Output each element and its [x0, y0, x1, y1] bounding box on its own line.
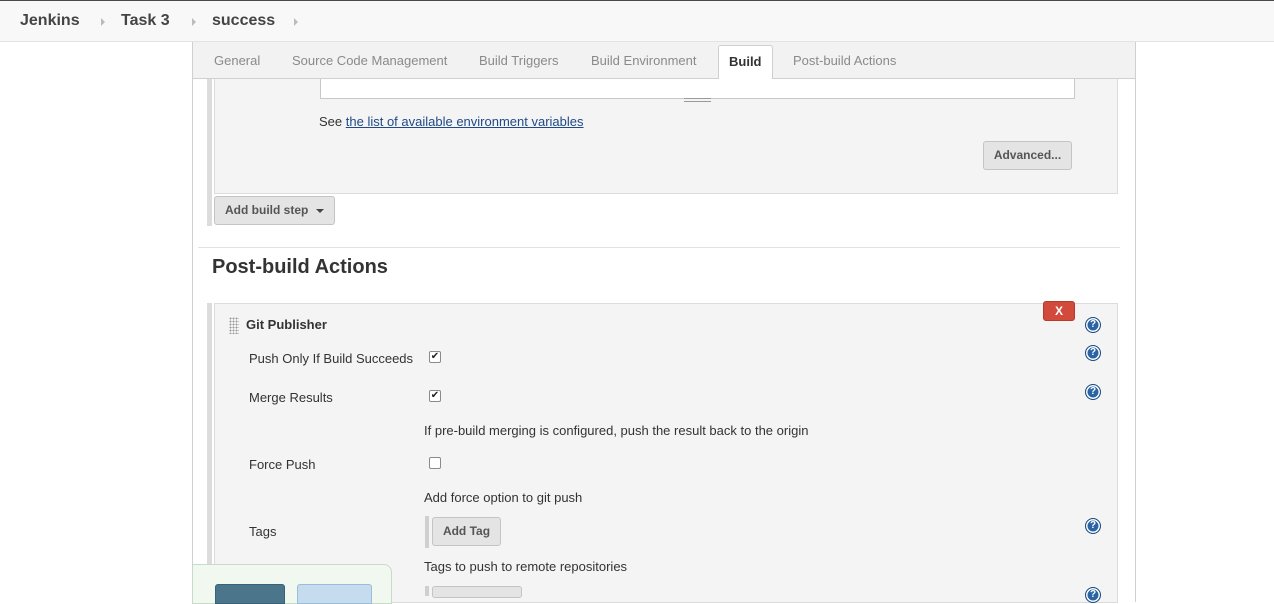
breadcrumb-build[interactable]: success	[212, 12, 275, 30]
breadcrumb-jenkins[interactable]: Jenkins	[20, 12, 80, 30]
add-build-step-button[interactable]: Add build step	[214, 196, 335, 225]
section-divider	[198, 247, 1120, 248]
merge-results-help: If pre-build merging is configured, push…	[424, 423, 809, 438]
merge-results-checkbox[interactable]: ✔	[429, 390, 441, 402]
config-tabs: General Source Code Management Build Tri…	[193, 42, 1135, 80]
tab-build-environment[interactable]: Build Environment	[591, 53, 697, 68]
merge-results-label: Merge Results	[249, 390, 333, 405]
help-icon[interactable]: ?	[1085, 345, 1101, 361]
resize-grip-icon[interactable]	[684, 98, 711, 99]
breadcrumb-task[interactable]: Task 3	[121, 12, 170, 30]
section-title-post-build: Post-build Actions	[212, 256, 388, 278]
post-build-steps-bar	[207, 303, 212, 603]
tab-build-triggers[interactable]: Build Triggers	[479, 53, 558, 68]
chevron-right-icon[interactable]	[101, 18, 105, 26]
force-push-label: Force Push	[249, 457, 316, 472]
env-vars-see: See	[319, 114, 343, 129]
push-only-checkbox[interactable]: ✔	[429, 351, 441, 363]
tags-label: Tags	[249, 524, 277, 539]
chevron-right-icon[interactable]	[192, 18, 196, 26]
tab-general[interactable]: General	[214, 53, 260, 68]
check-icon: ✔	[430, 390, 440, 401]
advanced-button[interactable]: Advanced...	[983, 141, 1072, 170]
env-vars-help: See the list of available environment va…	[319, 114, 584, 129]
check-icon: ✔	[430, 351, 440, 362]
force-push-help: Add force option to git push	[424, 490, 583, 505]
git-publisher-title: Git Publisher	[246, 317, 327, 332]
save-button[interactable]	[215, 584, 285, 604]
chevron-right-icon[interactable]	[294, 18, 298, 26]
tab-source-code-management[interactable]: Source Code Management	[292, 53, 447, 68]
help-icon[interactable]: ?	[1085, 518, 1101, 534]
help-icon[interactable]: ?	[1085, 384, 1101, 400]
delete-step-button[interactable]: X	[1043, 301, 1075, 321]
resize-grip-icon[interactable]	[684, 101, 711, 102]
git-publisher-box	[214, 303, 1118, 603]
apply-button[interactable]	[297, 584, 372, 604]
tags-help: Tags to push to remote repositories	[424, 559, 628, 574]
add-entry-button[interactable]	[432, 586, 522, 598]
add-build-step-label: Add build step	[225, 203, 309, 217]
add-tag-button[interactable]: Add Tag	[432, 517, 501, 546]
next-entry-bar	[425, 586, 429, 596]
env-vars-link[interactable]: the list of available environment variab…	[346, 114, 584, 129]
tags-bar	[425, 516, 429, 548]
force-push-checkbox[interactable]	[429, 457, 441, 469]
help-icon[interactable]: ?	[1085, 317, 1101, 333]
drag-handle-icon[interactable]	[229, 317, 239, 334]
tab-build[interactable]: Build	[718, 45, 773, 80]
caret-down-icon	[316, 208, 325, 213]
command-textarea[interactable]	[320, 79, 1075, 99]
breadcrumb: Jenkins Task 3 success	[0, 0, 1274, 42]
help-icon[interactable]: ?	[1085, 587, 1101, 603]
build-steps-bar	[207, 79, 212, 226]
tab-post-build-actions[interactable]: Post-build Actions	[793, 53, 896, 68]
push-only-label: Push Only If Build Succeeds	[249, 351, 414, 366]
